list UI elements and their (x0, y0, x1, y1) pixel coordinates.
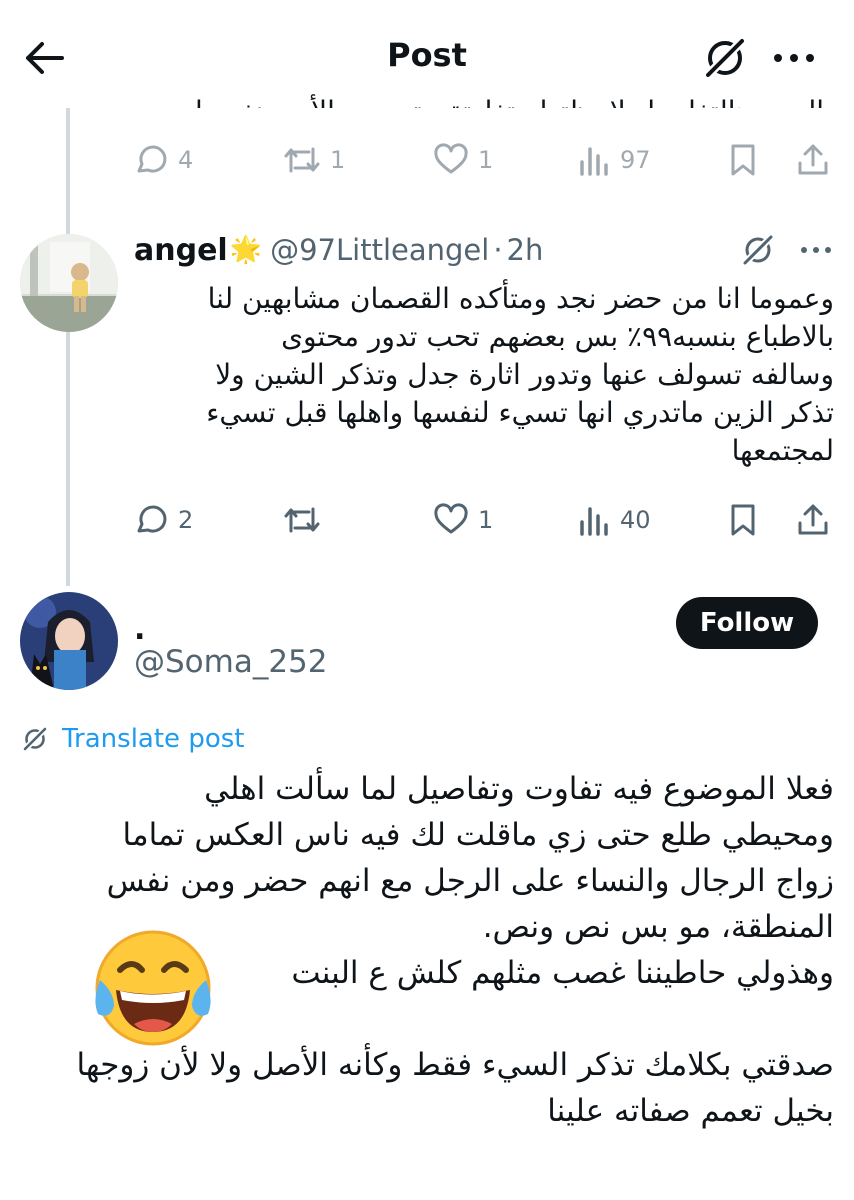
more-button[interactable] (766, 36, 822, 80)
bookmark-action[interactable] (728, 498, 758, 542)
share-action[interactable] (796, 138, 830, 182)
grok-icon (741, 233, 775, 267)
avatar[interactable] (20, 234, 118, 332)
grok-icon (21, 725, 49, 753)
bookmark-icon (731, 504, 755, 536)
handle[interactable]: @Soma_252 (134, 644, 328, 680)
timestamp[interactable]: 2h (507, 233, 544, 267)
parent-reply-text: المهم هالتفاصيل لاحظتها متفاوتة حتى بين … (195, 94, 824, 108)
grok-button[interactable] (698, 36, 752, 80)
more-horizontal-icon (801, 247, 831, 253)
more-horizontal-icon (774, 54, 814, 62)
face-with-tears-of-joy-icon (90, 928, 216, 1050)
views-chart-icon (580, 147, 608, 176)
bookmark-icon (731, 144, 755, 176)
repost-action[interactable] (282, 498, 322, 542)
more-button[interactable] (794, 230, 838, 270)
like-action[interactable]: 1 (432, 498, 493, 542)
repost-icon (284, 147, 320, 173)
reply-count: 4 (178, 146, 194, 174)
views-count: 40 (620, 506, 651, 534)
grok-icon (703, 36, 747, 80)
reply-text: وعموما انا من حضر نجد ومتأكده القصمان مش… (206, 282, 834, 467)
display-name[interactable]: . (134, 612, 145, 647)
star-emoji-icon: 🌟 (229, 235, 263, 265)
display-name[interactable]: angel (134, 233, 228, 268)
views-action[interactable]: 97 (578, 138, 651, 182)
share-icon (798, 504, 828, 535)
translate-post-label: Translate post (62, 724, 245, 754)
like-count: 1 (478, 506, 494, 534)
thread-connector (66, 100, 70, 586)
parent-reply-actions: 4 1 1 97 (132, 138, 832, 182)
heart-icon (434, 503, 468, 534)
reply-action[interactable]: 4 (132, 138, 193, 182)
avatar-illustration (20, 592, 118, 690)
like-count: 1 (478, 146, 494, 174)
grok-button[interactable] (738, 230, 778, 270)
like-action[interactable]: 1 (432, 138, 493, 182)
repost-action[interactable]: 1 (282, 138, 345, 182)
bookmark-action[interactable] (728, 138, 758, 182)
handle[interactable]: @97Littleangel (270, 233, 489, 267)
translate-post-link[interactable]: Translate post (20, 720, 244, 758)
reply-action[interactable]: 2 (132, 498, 193, 542)
avatar-photo (20, 234, 118, 332)
share-icon (798, 144, 828, 175)
separator: · (493, 233, 503, 267)
views-action[interactable]: 40 (578, 498, 651, 542)
views-count: 97 (620, 146, 651, 174)
views-chart-icon (580, 507, 608, 536)
top-bar: المهم هالتفاصيل لاحظتها متفاوتة حتى بين … (0, 0, 854, 108)
avatar[interactable] (20, 592, 118, 690)
heart-icon (434, 143, 468, 174)
reply-author-row: angel 🌟 @97Littleangel · 2h (134, 230, 543, 270)
reply-actions: 2 1 40 (132, 498, 832, 542)
share-action[interactable] (796, 498, 830, 542)
repost-icon (284, 507, 320, 533)
repost-count: 1 (330, 146, 346, 174)
follow-button[interactable]: Follow (676, 597, 818, 649)
reply-count: 2 (178, 506, 194, 534)
reply-icon (137, 145, 167, 173)
reply-icon (137, 505, 167, 533)
